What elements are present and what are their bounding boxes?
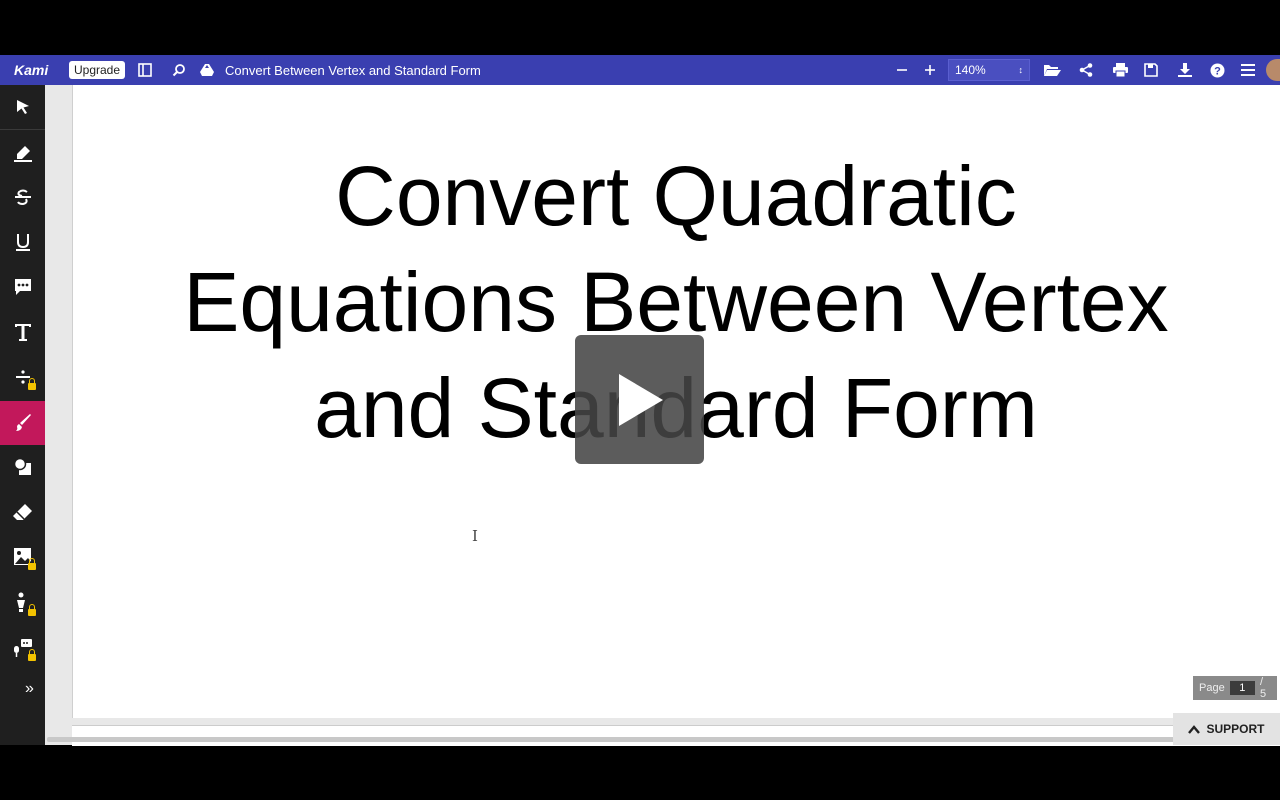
top-toolbar: Kami Upgrade Convert Between Vertex and … [0,55,1280,85]
highlight-tool[interactable] [0,133,45,173]
zoom-out-button[interactable] [890,58,914,82]
strikethrough-tool[interactable] [0,177,45,217]
menu-icon[interactable] [1236,58,1260,82]
kami-logo: Kami [14,62,49,78]
chevron-up-icon [1188,724,1201,734]
expand-sidebar-button[interactable]: » [0,669,45,709]
shapes-tool[interactable] [0,447,45,487]
zoom-value: 140% [955,63,986,77]
lock-icon [28,604,36,616]
text-tool[interactable] [0,312,45,352]
headline-line: Convert Quadratic [335,149,1017,243]
support-label: SUPPORT [1206,722,1265,736]
zoom-in-button[interactable] [918,58,942,82]
eraser-icon [12,504,32,520]
signature-tool[interactable] [0,583,45,623]
tool-sidebar: » [0,85,45,745]
sidebar-divider [0,129,45,130]
eraser-tool[interactable] [0,492,45,532]
next-page-edge [72,725,1280,746]
help-icon[interactable]: ? [1205,58,1229,82]
share-icon[interactable] [1074,58,1098,82]
cursor-arrow-icon [16,100,29,114]
search-icon[interactable] [167,58,191,82]
underline-icon [15,234,30,251]
zoom-select[interactable]: 140% ↕ [948,59,1030,81]
page-label: Page [1199,682,1225,694]
lock-icon [28,558,36,570]
download-icon[interactable] [1173,58,1197,82]
folder-open-icon[interactable] [1040,58,1064,82]
print-icon[interactable] [1108,58,1132,82]
upgrade-button[interactable]: Upgrade [69,61,126,79]
play-button[interactable] [575,335,704,464]
highlighter-icon [13,146,32,162]
text-cursor-icon: I [472,527,478,545]
support-button[interactable]: SUPPORT [1173,713,1280,745]
sidebar-toggle-icon[interactable] [133,58,157,82]
google-drive-icon [195,58,219,82]
comment-bubble-icon [14,279,31,295]
updown-chevron-icon: ↕ [1018,65,1024,75]
underline-tool[interactable] [0,222,45,262]
shapes-icon [13,457,31,475]
page-total: / 5 [1259,676,1267,700]
save-icon[interactable] [1139,58,1163,82]
avatar[interactable] [1266,59,1280,81]
document-title[interactable]: Convert Between Vertex and Standard Form [225,63,481,78]
play-icon [618,373,663,426]
add-image-tool[interactable] [0,537,45,577]
comment-tool[interactable] [0,267,45,307]
lock-icon [28,649,36,661]
paintbrush-icon [15,414,31,431]
horizontal-scrollbar[interactable] [47,737,1177,742]
svg-text:?: ? [1214,65,1221,77]
double-chevron-right-icon: » [25,680,34,697]
drawing-tool[interactable] [0,401,45,445]
page-number-input[interactable]: 1 [1229,681,1255,695]
equation-tool[interactable] [0,357,45,397]
lock-icon [28,378,36,390]
voice-comment-tool[interactable] [0,628,45,668]
text-t-icon [14,324,31,341]
strikethrough-icon [14,189,31,206]
select-tool[interactable] [0,87,45,127]
toolbar-right-group: 140% ↕ ? [890,55,1280,85]
page-indicator: Page 1 / 5 [1193,676,1277,700]
